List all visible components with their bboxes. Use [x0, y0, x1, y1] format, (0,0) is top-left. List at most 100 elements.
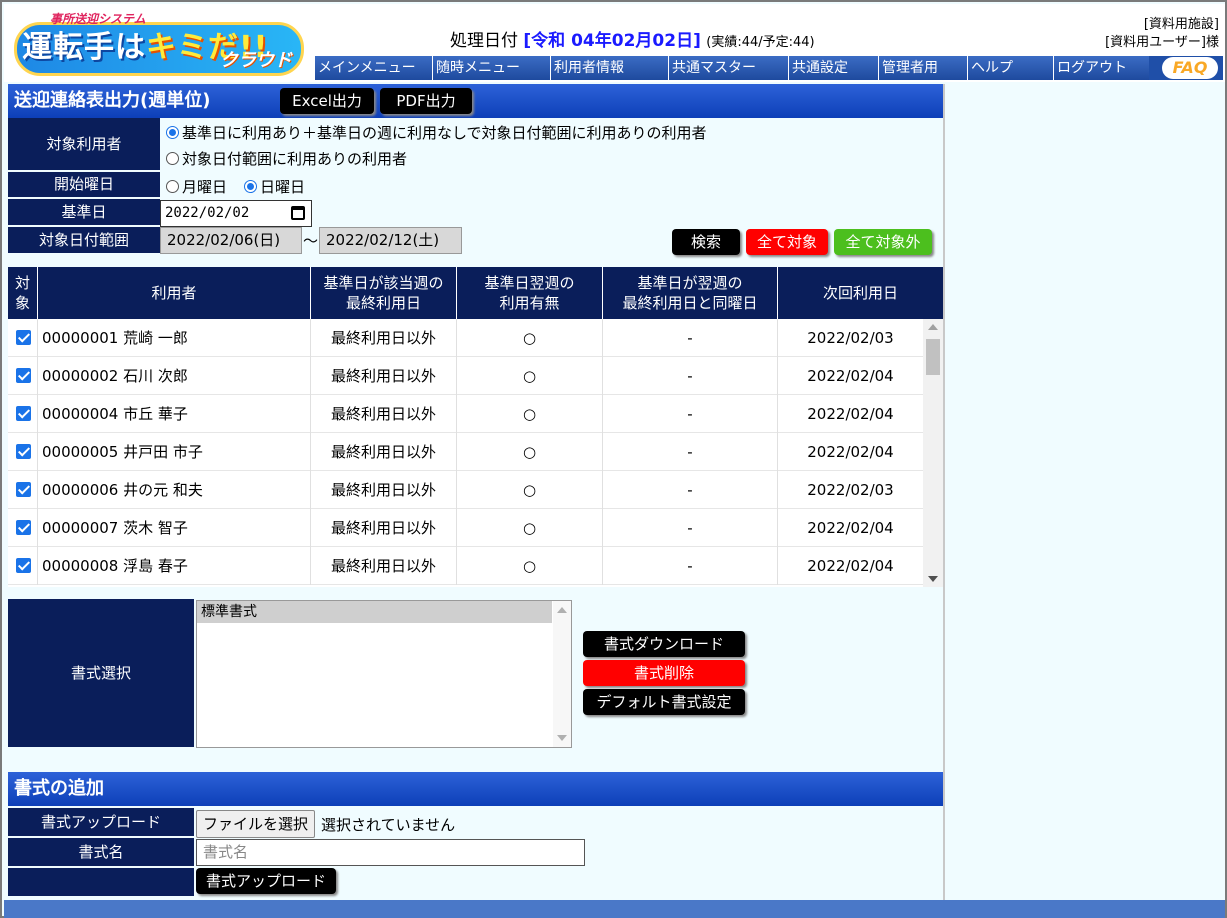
- row-next-week: ○: [457, 357, 603, 395]
- scroll-down-icon[interactable]: [557, 735, 567, 741]
- menu-main[interactable]: メインメニュー: [314, 56, 432, 80]
- calendar-icon[interactable]: [291, 206, 305, 220]
- logo-part-1: 運転手は: [22, 30, 146, 65]
- header-same-weekday-line-1: 基準日が翌週の: [637, 274, 743, 292]
- format-upload-button[interactable]: 書式アップロード: [196, 868, 336, 894]
- processing-counts: (実績:44/予定:44): [706, 35, 815, 50]
- header-target-line-2: 象: [14, 294, 30, 312]
- checkbox-checked-icon[interactable]: [16, 368, 31, 383]
- format-select-label: 書式選択: [8, 599, 194, 749]
- format-option-standard[interactable]: 標準書式: [197, 601, 552, 623]
- base-date-value: 2022/02/02: [165, 205, 250, 221]
- format-file-input[interactable]: ファイルを選択 選択されていません: [196, 810, 455, 838]
- default-format-button[interactable]: デフォルト書式設定: [583, 689, 745, 715]
- scroll-down-icon[interactable]: [928, 576, 938, 582]
- format-name-input[interactable]: 書式名: [196, 839, 585, 866]
- scroll-thumb[interactable]: [926, 339, 940, 375]
- search-button[interactable]: 検索: [672, 229, 740, 255]
- row-checkbox-cell[interactable]: [8, 395, 38, 433]
- row-last-use: 最終利用日以外: [311, 471, 457, 509]
- row-checkbox-cell[interactable]: [8, 547, 38, 585]
- table-row[interactable]: 00000008 浮島 春子 最終利用日以外 ○ - 2022/02/04: [8, 547, 923, 585]
- checkbox-checked-icon[interactable]: [16, 406, 31, 421]
- excel-export-button[interactable]: Excel出力: [280, 88, 374, 114]
- table-row[interactable]: 00000007 茨木 智子 最終利用日以外 ○ - 2022/02/04: [8, 509, 923, 547]
- target-option-1[interactable]: 基準日に利用あり＋基準日の週に利用なしで対象日付範囲に利用ありの利用者: [166, 122, 707, 143]
- listbox-scrollbar[interactable]: [553, 601, 571, 747]
- page-title-bar: 送迎連絡表出力(週単位): [8, 84, 943, 118]
- faq-button[interactable]: FAQ: [1162, 57, 1218, 79]
- facility-info: [資料用施設] [資料用ユーザー]様: [1105, 16, 1219, 52]
- checkbox-checked-icon[interactable]: [16, 330, 31, 345]
- choose-file-button[interactable]: ファイルを選択: [196, 810, 316, 838]
- range-from-field: 2022/02/06(日): [160, 227, 302, 254]
- format-name-label: 書式名: [8, 838, 194, 868]
- row-checkbox-cell[interactable]: [8, 357, 38, 395]
- table-row[interactable]: 00000002 石川 次郎 最終利用日以外 ○ - 2022/02/04: [8, 357, 923, 395]
- table-row[interactable]: 00000006 井の元 和夫 最終利用日以外 ○ - 2022/02/03: [8, 471, 923, 509]
- range-separator: ～: [303, 232, 319, 250]
- weekday-monday-label: 月曜日: [182, 178, 228, 196]
- weekday-option-sunday[interactable]: 日曜日: [244, 176, 305, 197]
- row-same-weekday: -: [603, 395, 778, 433]
- row-last-use: 最終利用日以外: [311, 547, 457, 585]
- table-row[interactable]: 00000005 井戸田 市子 最終利用日以外 ○ - 2022/02/04: [8, 433, 923, 471]
- deselect-all-button[interactable]: 全て対象外: [834, 229, 932, 255]
- row-last-use: 最終利用日以外: [311, 357, 457, 395]
- row-checkbox-cell[interactable]: [8, 509, 38, 547]
- format-delete-button[interactable]: 書式削除: [583, 660, 745, 686]
- weekday-option-monday[interactable]: 月曜日: [166, 176, 227, 197]
- row-user: 00000002 石川 次郎: [38, 357, 311, 395]
- scroll-up-icon[interactable]: [557, 607, 567, 613]
- radio-unselected-icon[interactable]: [166, 180, 179, 193]
- logo-part-2: キミ: [146, 30, 208, 65]
- checkbox-checked-icon[interactable]: [16, 558, 31, 573]
- menu-common-master[interactable]: 共通マスター: [668, 56, 788, 80]
- checkbox-checked-icon[interactable]: [16, 482, 31, 497]
- header-next-week-line-2: 利用有無: [499, 294, 560, 312]
- format-listbox[interactable]: 標準書式: [196, 600, 572, 748]
- base-date-input[interactable]: 2022/02/02: [160, 200, 312, 227]
- row-next-date: 2022/02/04: [807, 557, 894, 575]
- target-option-2-label: 対象日付範囲に利用ありの利用者: [182, 150, 408, 168]
- menu-admin[interactable]: 管理者用: [878, 56, 967, 80]
- row-next-date: 2022/02/03: [807, 329, 894, 347]
- table-scrollbar[interactable]: [923, 319, 943, 587]
- row-user: 00000007 茨木 智子: [38, 509, 311, 547]
- pdf-export-button[interactable]: PDF出力: [380, 88, 472, 114]
- header-target-line-1: 対: [14, 274, 30, 292]
- radio-selected-icon[interactable]: [244, 180, 257, 193]
- select-all-button[interactable]: 全て対象: [746, 229, 828, 255]
- menu-common-settings[interactable]: 共通設定: [788, 56, 878, 80]
- checkbox-checked-icon[interactable]: [16, 444, 31, 459]
- row-last-use: 最終利用日以外: [311, 433, 457, 471]
- checkbox-checked-icon[interactable]: [16, 520, 31, 535]
- row-next-week: ○: [457, 395, 603, 433]
- row-checkbox-cell[interactable]: [8, 433, 38, 471]
- menu-help[interactable]: ヘルプ: [967, 56, 1053, 80]
- radio-selected-icon[interactable]: [166, 126, 179, 139]
- row-next-week: ○: [457, 433, 603, 471]
- table-row[interactable]: 00000004 市丘 華子 最終利用日以外 ○ - 2022/02/04: [8, 395, 923, 433]
- menu-anytime[interactable]: 随時メニュー: [432, 56, 550, 80]
- app-logo[interactable]: 事所送迎システム 運転手はキミだ!! クラウド: [10, 8, 310, 80]
- menu-user-info[interactable]: 利用者情報: [550, 56, 668, 80]
- row-checkbox-cell[interactable]: [8, 319, 38, 357]
- radio-unselected-icon[interactable]: [166, 152, 179, 165]
- row-last-use: 最終利用日以外: [311, 509, 457, 547]
- row-last-use: 最終利用日以外: [311, 395, 457, 433]
- menu-logout[interactable]: ログアウト: [1053, 56, 1149, 80]
- row-same-weekday: -: [603, 357, 778, 395]
- target-option-1-label: 基準日に利用あり＋基準日の週に利用なしで対象日付範囲に利用ありの利用者: [182, 124, 707, 142]
- row-next-date: 2022/02/04: [807, 519, 894, 537]
- target-option-2[interactable]: 対象日付範囲に利用ありの利用者: [166, 148, 407, 169]
- table-row[interactable]: 00000001 荒崎 一郎 最終利用日以外 ○ - 2022/02/03: [8, 319, 923, 357]
- row-checkbox-cell[interactable]: [8, 471, 38, 509]
- add-format-title-bar: 書式の追加: [8, 772, 943, 806]
- header-same-weekday-line-2: 最終利用日と同曜日: [622, 294, 758, 312]
- start-weekday-label: 開始曜日: [8, 172, 160, 199]
- format-download-button[interactable]: 書式ダウンロード: [583, 631, 745, 657]
- row-user: 00000006 井の元 和夫: [38, 471, 311, 509]
- header-next-week-line-1: 基準日翌週の: [484, 274, 575, 292]
- scroll-up-icon[interactable]: [928, 324, 938, 330]
